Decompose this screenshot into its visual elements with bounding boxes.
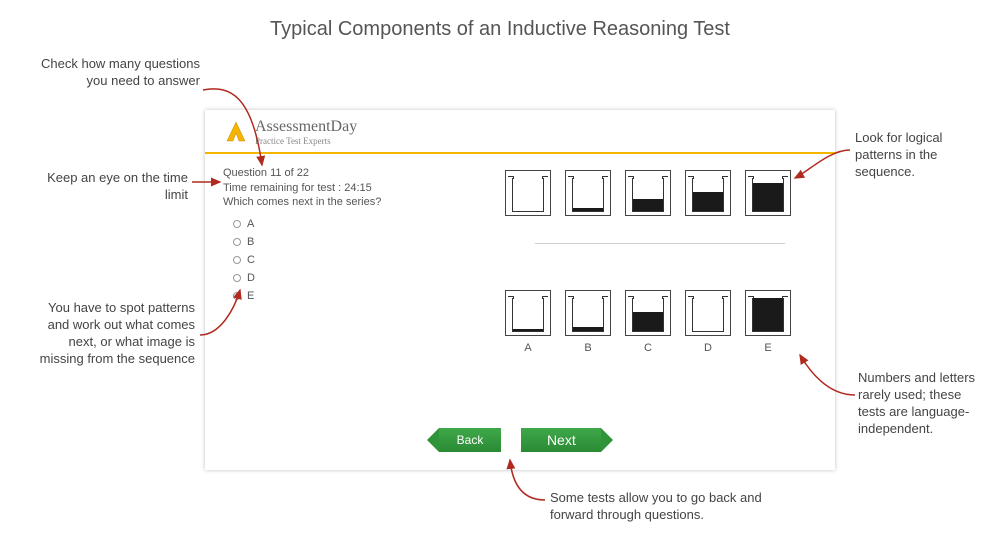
option-e[interactable]: E (233, 290, 255, 302)
radio-icon (233, 238, 241, 246)
brand-subtitle: Practice Test Experts (255, 136, 357, 146)
option-c[interactable]: C (233, 254, 255, 266)
answer-tile-b (565, 290, 611, 336)
option-d[interactable]: D (233, 272, 255, 284)
annotation-logical-patterns: Look for logical patterns in the sequenc… (855, 130, 985, 181)
divider-accent (205, 152, 835, 154)
answer-tile-a (505, 290, 551, 336)
option-label: A (247, 218, 254, 230)
sequence-tile-3 (625, 170, 671, 216)
radio-icon (233, 220, 241, 228)
beaker-icon (572, 178, 604, 212)
question-counter: Question 11 of 22 (223, 166, 372, 181)
annotation-language-independent: Numbers and letters rarely used; these t… (858, 370, 988, 438)
question-meta: Question 11 of 22 Time remaining for tes… (223, 166, 372, 196)
brand-name: AssessmentDay (255, 118, 357, 136)
option-label: C (247, 254, 255, 266)
beaker-icon (572, 298, 604, 332)
beaker-icon (512, 298, 544, 332)
nav-controls: Back Next (205, 428, 835, 452)
back-button[interactable]: Back (439, 428, 502, 452)
answer-labels: A B C D E (505, 342, 805, 354)
answer-label-a: A (505, 342, 551, 354)
timer: Time remaining for test : 24:15 (223, 181, 372, 196)
annotation-question-count: Check how many questions you need to ans… (40, 56, 200, 90)
page-title: Typical Components of an Inductive Reaso… (0, 18, 1000, 41)
radio-icon (233, 274, 241, 282)
option-b[interactable]: B (233, 236, 255, 248)
radio-icon (233, 256, 241, 264)
annotation-spot-patterns: You have to spot patterns and work out w… (25, 300, 195, 368)
beaker-icon (752, 178, 784, 212)
option-label: E (247, 290, 254, 302)
sequence-tile-4 (685, 170, 731, 216)
brand-logo-icon (223, 119, 249, 145)
option-label: B (247, 236, 254, 248)
beaker-icon (632, 298, 664, 332)
answer-tile-e (745, 290, 791, 336)
next-button[interactable]: Next (521, 428, 601, 452)
answer-label-b: B (565, 342, 611, 354)
beaker-icon (512, 178, 544, 212)
answer-label-e: E (745, 342, 791, 354)
sequence-tile-2 (565, 170, 611, 216)
answer-label-d: D (685, 342, 731, 354)
option-label: D (247, 272, 255, 284)
beaker-icon (632, 178, 664, 212)
answer-options: ABCDE (233, 218, 255, 302)
answer-tile-d (685, 290, 731, 336)
option-a[interactable]: A (233, 218, 255, 230)
divider-line (535, 243, 785, 244)
annotation-navigation: Some tests allow you to go back and forw… (550, 490, 800, 524)
question-prompt: Which comes next in the series? (223, 196, 381, 208)
annotation-time-limit: Keep an eye on the time limit (40, 170, 188, 204)
sequence-row (505, 170, 791, 216)
beaker-icon (692, 178, 724, 212)
sequence-tile-1 (505, 170, 551, 216)
answer-tile-c (625, 290, 671, 336)
test-panel: AssessmentDay Practice Test Experts Ques… (205, 110, 835, 470)
answer-label-c: C (625, 342, 671, 354)
radio-icon (233, 292, 241, 300)
sequence-tile-5 (745, 170, 791, 216)
beaker-icon (692, 298, 724, 332)
beaker-icon (752, 298, 784, 332)
brand: AssessmentDay Practice Test Experts (223, 118, 357, 146)
answer-row (505, 290, 791, 336)
